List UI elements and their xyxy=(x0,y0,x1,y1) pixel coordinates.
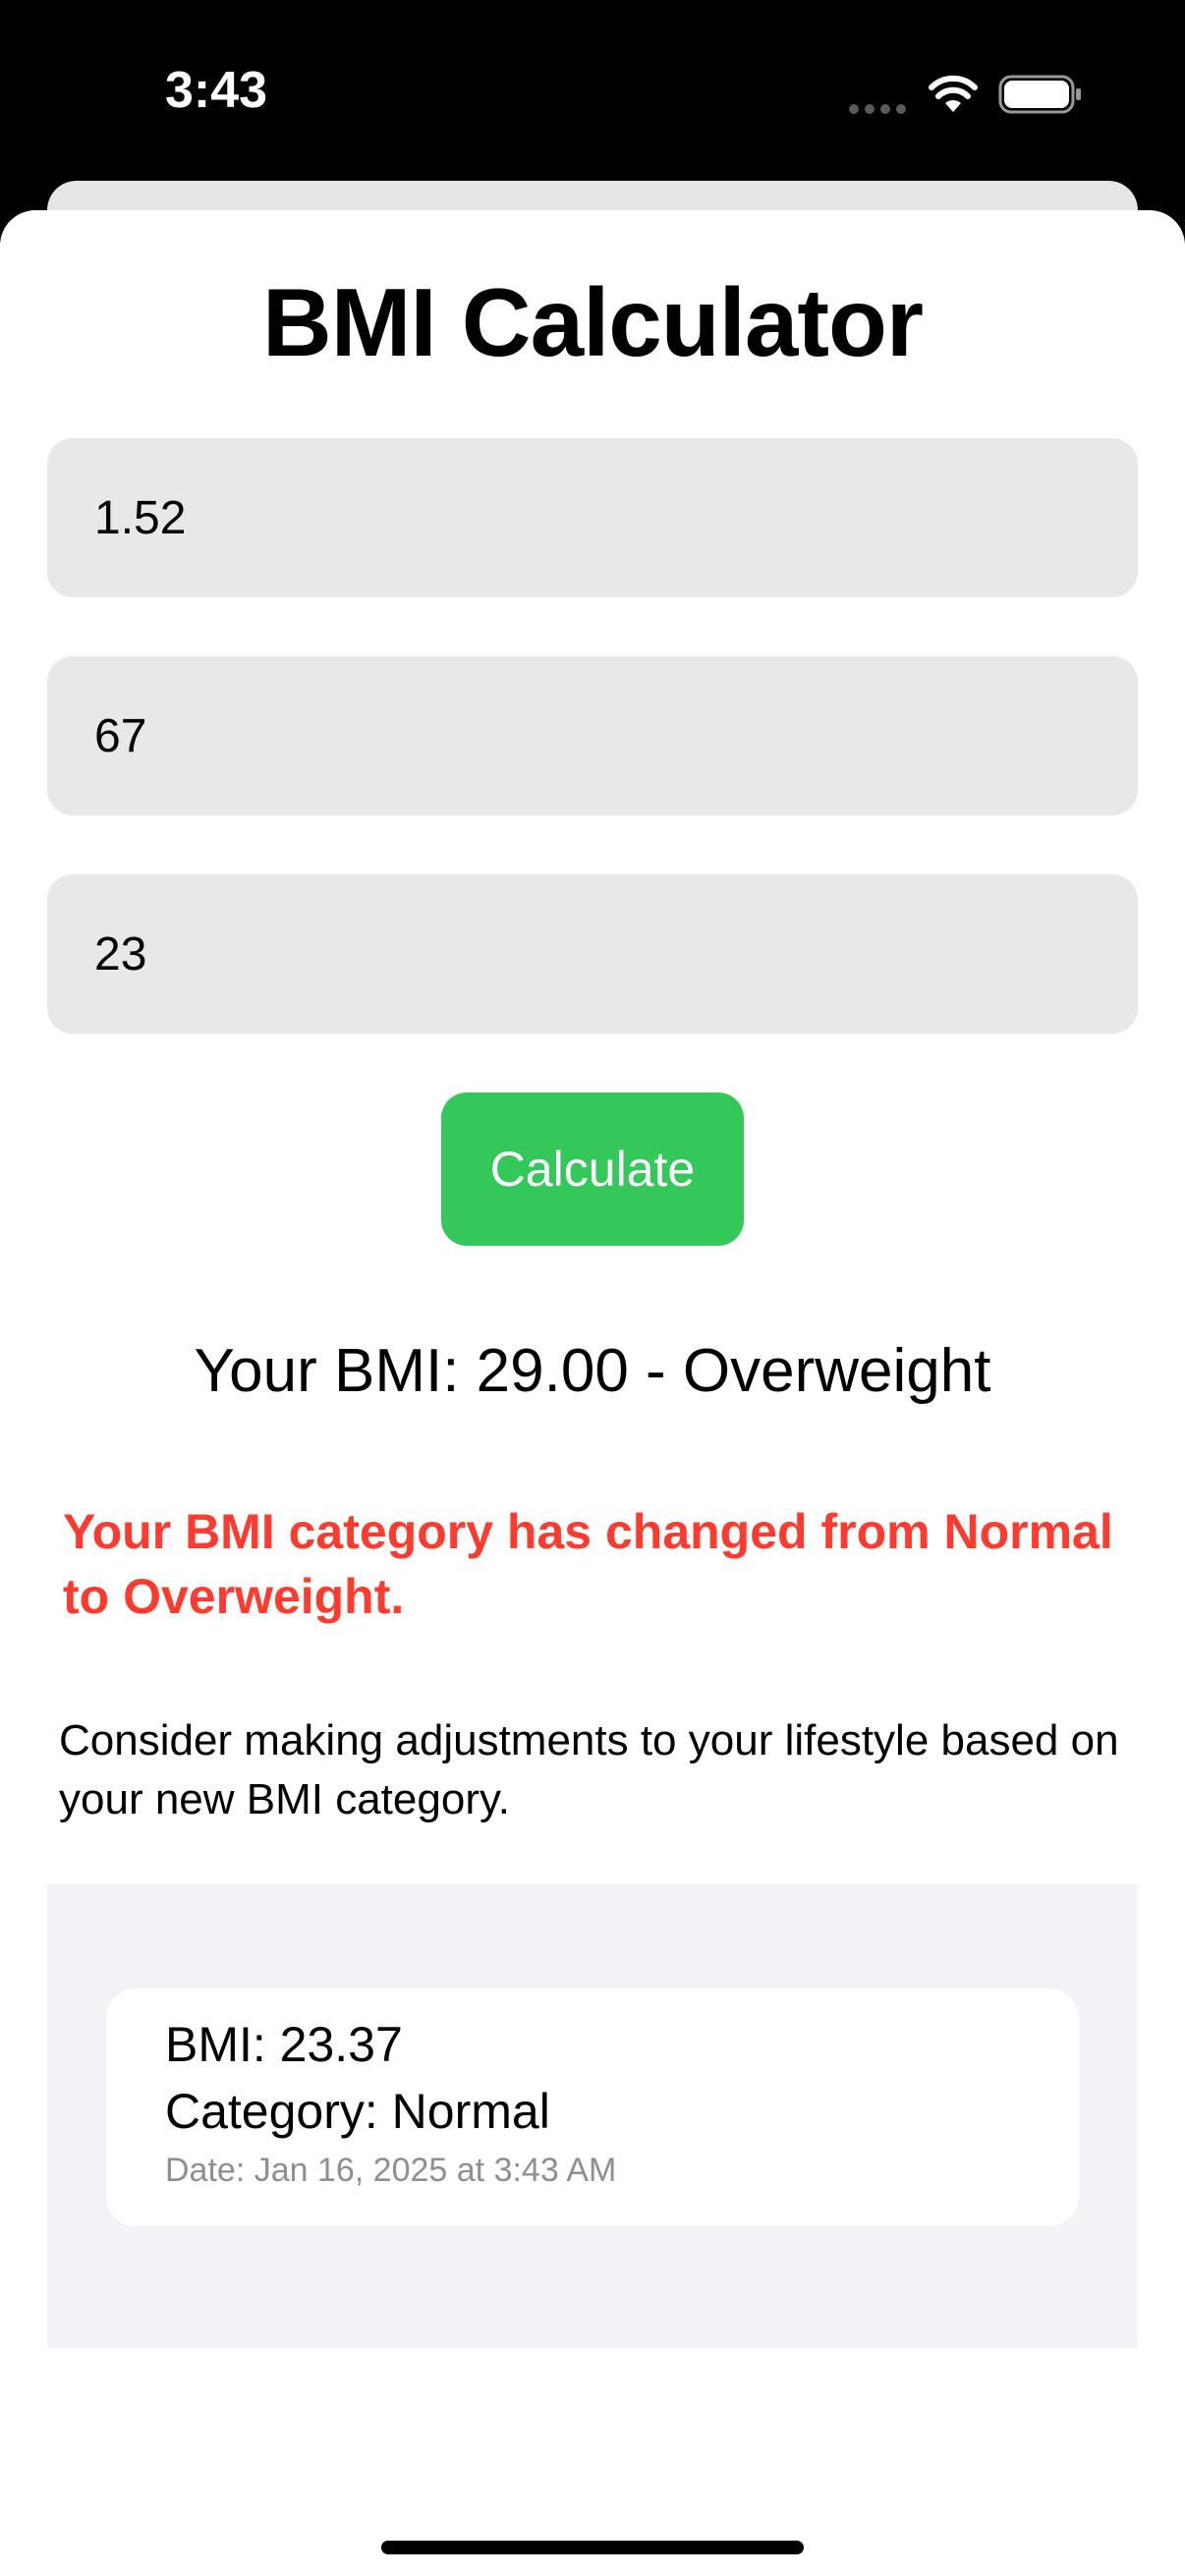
status-bar: 3:43 xyxy=(0,0,1185,187)
page-title: BMI Calculator xyxy=(261,268,924,376)
category-change-alert: Your BMI category has changed from Norma… xyxy=(63,1504,1113,1624)
signal-dots-icon xyxy=(849,104,906,114)
age-field[interactable]: 23 xyxy=(47,874,1138,1034)
calculate-button[interactable]: Calculate xyxy=(441,1092,744,1246)
status-time: 3:43 xyxy=(165,62,268,119)
height-value: 1.52 xyxy=(94,491,187,544)
weight-value: 67 xyxy=(94,709,147,762)
height-field[interactable]: 1.52 xyxy=(47,438,1138,597)
wifi-icon xyxy=(929,75,978,112)
weight-field[interactable]: 67 xyxy=(47,656,1138,815)
home-indicator[interactable] xyxy=(381,2541,804,2554)
history-date: Date: Jan 16, 2025 at 3:43 AM xyxy=(165,2152,617,2189)
age-value: 23 xyxy=(94,927,147,980)
bmi-sheet: BMI Calculator 1.52 67 23 Calculate Your… xyxy=(0,210,1185,2576)
history-bmi: BMI: 23.37 xyxy=(165,2017,403,2072)
history-list: BMI: 23.37 Category: Normal Date: Jan 16… xyxy=(47,1884,1138,2348)
history-item[interactable]: BMI: 23.37 Category: Normal Date: Jan 16… xyxy=(106,1988,1079,2226)
advice-text: Consider making adjustments to your life… xyxy=(59,1716,1119,1823)
bmi-result: Your BMI: 29.00 - Overweight xyxy=(194,1337,991,1405)
history-category: Category: Normal xyxy=(165,2084,550,2139)
battery-icon xyxy=(998,75,1081,114)
